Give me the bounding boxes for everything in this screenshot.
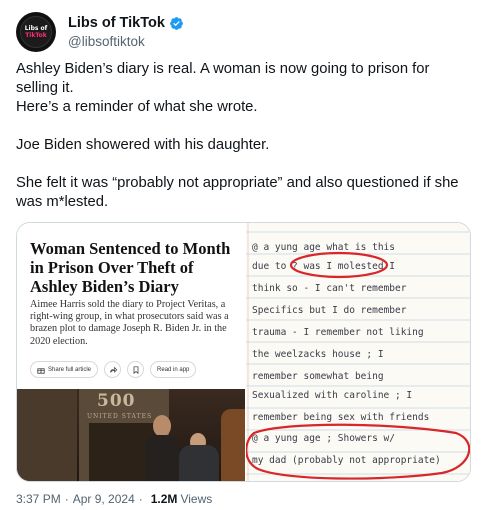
article-summary: Aimee Harris sold the diary to Project V… (30, 299, 229, 347)
save-article-button (127, 361, 145, 378)
photo-building-pillar (17, 389, 77, 481)
tweet-paragraph: was m*lested. (16, 194, 109, 210)
diary-line: remember being sex with friends (252, 412, 429, 423)
bookmark-icon (133, 365, 138, 374)
diary-line: due to ? was I molested I (252, 261, 395, 272)
meta-separator: · (64, 492, 69, 506)
views-count[interactable]: 1.2M (151, 492, 178, 506)
photo-person-head (153, 415, 171, 437)
diary-page-photo[interactable]: @ a yung age what is this due to ? was I… (246, 223, 470, 481)
diary-line: remember somewhat being (252, 371, 384, 382)
photo-person (179, 445, 219, 481)
photo-building-sign: UNITED STATES (87, 413, 153, 420)
share-article-button (104, 361, 122, 378)
diary-line: my dad (probably not appropriate) (252, 455, 441, 466)
tweet-header: Libs of TikTok Libs of TikTok @libsoftikt… (16, 10, 476, 52)
meta-separator: · (138, 492, 143, 506)
share-full-article-button: Share full article (30, 361, 99, 378)
tweet-text: Ashley Biden’s diary is real. A woman is… (16, 60, 471, 212)
tweet-metadata: 3:37 PM · Apr 9, 2024 · 1.2M Views (16, 492, 212, 506)
article-headline: Woman Sentenced to Month in Prison Over … (30, 239, 231, 296)
read-in-app-button: Read in app (150, 361, 197, 378)
diary-line: think so - I can't remember (252, 283, 407, 294)
avatar[interactable]: Libs of TikTok (16, 12, 56, 52)
share-full-article-label: Share full article (48, 366, 92, 373)
views-label: Views (180, 492, 213, 506)
diary-line: the weelzacks house ; I (252, 349, 384, 360)
read-in-app-label: Read in app (157, 366, 190, 373)
article-actions: Share full article Read in app (30, 361, 197, 378)
author-name-row: Libs of TikTok (68, 14, 184, 32)
tweet-paragraph: She felt it was “probably not appropriat… (16, 175, 459, 191)
diary-line: @ a yung age ; Showers w/ (252, 433, 395, 444)
article-screenshot[interactable]: Woman Sentenced to Month in Prison Over … (17, 223, 245, 481)
avatar-logo-text: Libs of TikTok (24, 25, 48, 39)
gift-icon (37, 367, 45, 374)
diary-line: @ a yung age what is this (252, 242, 395, 253)
photo-building-number: 500 (97, 391, 136, 411)
photo-person (145, 435, 179, 481)
verified-badge-icon (170, 16, 183, 30)
diary-line: Sexualized with caroline ; I (252, 390, 412, 401)
photo-person-hair (221, 409, 245, 481)
author-display-name[interactable]: Libs of TikTok (68, 15, 165, 31)
tweet-time[interactable]: 3:37 PM (16, 492, 61, 506)
diary-line: Specifics but I do remember (252, 305, 407, 316)
author-handle[interactable]: @libsoftiktok (68, 34, 145, 49)
tweet-media[interactable]: Woman Sentenced to Month in Prison Over … (16, 222, 471, 482)
diary-line: trauma - I remember not liking (252, 327, 424, 338)
tweet-paragraph: Here’s a reminder of what she wrote. (16, 99, 258, 115)
tweet-paragraph: Joe Biden showered with his daughter. (16, 137, 270, 153)
tweet-date[interactable]: Apr 9, 2024 (73, 492, 135, 506)
article-photo: 500 UNITED STATES (17, 389, 245, 481)
diary-page: @ a yung age what is this due to ? was I… (246, 223, 470, 481)
tweet-paragraph: Ashley Biden’s diary is real. A woman is… (16, 61, 430, 96)
share-arrow-icon (109, 366, 117, 373)
